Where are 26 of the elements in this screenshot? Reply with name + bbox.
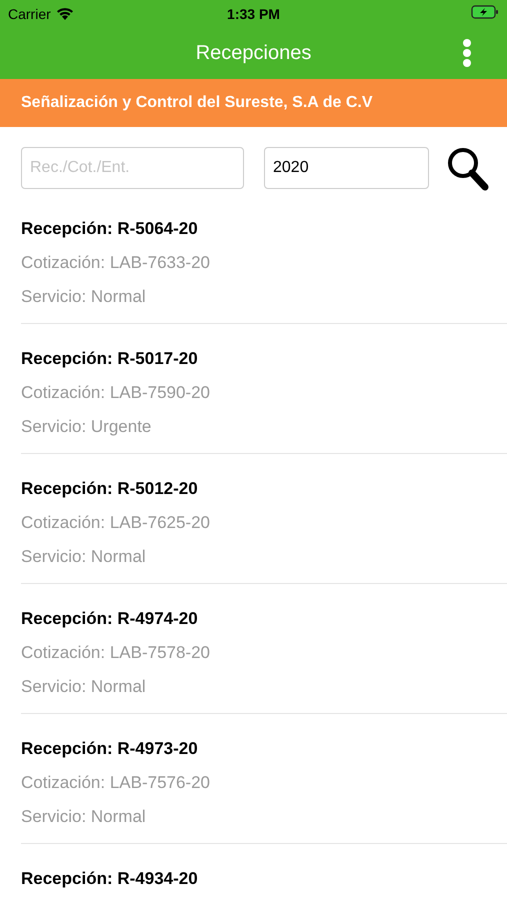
nav-title: Recepciones xyxy=(196,42,312,64)
company-name: Señalización y Control del Sureste, S.A de C.V xyxy=(21,94,372,112)
reception-number[interactable]: Recepción: R-5064-20 xyxy=(21,219,507,239)
service-type: Servicio: Normal xyxy=(21,677,147,697)
quote-number: Cotización: LAB-7625-20 xyxy=(21,513,212,533)
reception-number[interactable]: Recepción: R-4934-20 xyxy=(21,869,507,889)
quote-number: Cotización: LAB-7576-20 xyxy=(21,773,212,793)
year-field[interactable]: 2020 xyxy=(264,147,429,189)
reception-number[interactable]: Recepción: R-5017-20 xyxy=(21,349,507,369)
service-type: Servicio: Normal xyxy=(21,287,147,307)
search-field[interactable]: Rec./Cot./Ent. xyxy=(21,147,244,189)
battery-icon xyxy=(471,5,499,19)
quote-number: Cotización: LAB-7633-20 xyxy=(21,253,212,273)
status-time: 1:33 PM xyxy=(227,6,280,22)
service-type: Servicio: Normal xyxy=(21,807,147,827)
more-icon[interactable] xyxy=(462,39,472,67)
quote-number: Cotización: LAB-7590-20 xyxy=(21,383,212,403)
quote-number: Cotización: LAB-7578-20 xyxy=(21,643,212,663)
service-type: Servicio: Normal xyxy=(21,547,147,567)
reception-number[interactable]: Recepción: R-4974-20 xyxy=(21,609,507,629)
search-icon[interactable] xyxy=(447,147,489,191)
reception-number[interactable]: Recepción: R-4973-20 xyxy=(21,739,507,759)
wifi-icon xyxy=(56,7,74,20)
service-type: Servicio: Urgente xyxy=(21,417,152,437)
reception-number[interactable]: Recepción: R-5012-20 xyxy=(21,479,507,499)
carrier-label: Carrier xyxy=(8,6,51,22)
